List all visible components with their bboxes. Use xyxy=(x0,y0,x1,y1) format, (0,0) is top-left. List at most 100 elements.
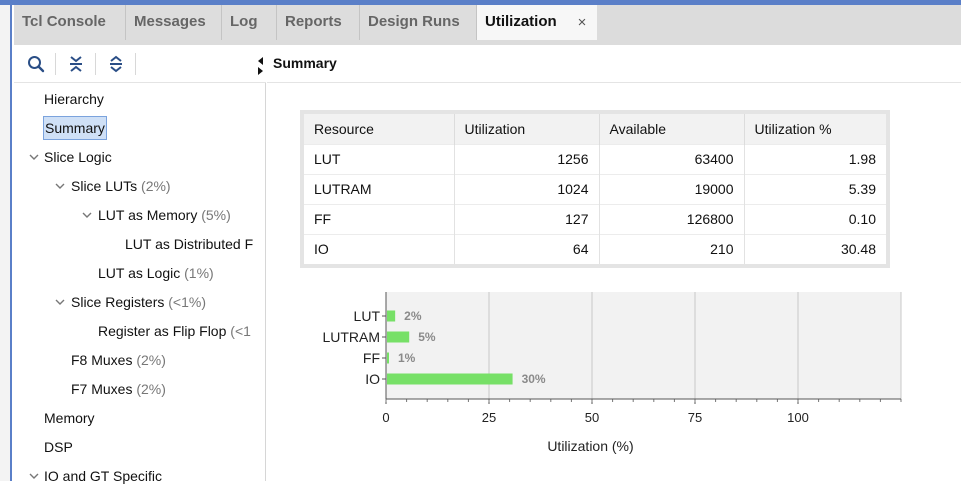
chart-data-label: 5% xyxy=(418,330,436,344)
table-cell: 19000 xyxy=(599,173,745,204)
tree-item-slice-registers[interactable]: Slice Registers (<1%) xyxy=(54,289,206,315)
table-cell: 63400 xyxy=(599,143,745,174)
chart-data-label: 1% xyxy=(398,351,416,365)
table-row[interactable]: LUTRAM 1024 19000 5.39 xyxy=(304,173,886,204)
tree-item-label: Register as Flip Flop xyxy=(98,323,227,339)
tree-item-percent: (<1%) xyxy=(168,294,206,310)
summary-header: Summary xyxy=(267,45,961,83)
collapse-all-button[interactable] xyxy=(65,53,87,75)
table-cell: 127 xyxy=(454,203,600,234)
search-icon xyxy=(28,56,45,73)
page-title: Summary xyxy=(273,55,337,71)
tree-item-label: DSP xyxy=(44,439,73,455)
tree-item-lut-as-distributed-ram[interactable]: LUT as Distributed F xyxy=(125,231,255,257)
toolbar-separator xyxy=(135,53,136,75)
tree-item-lut-as-logic[interactable]: LUT as Logic (1%) xyxy=(98,260,214,286)
chevron-down-icon[interactable] xyxy=(28,151,40,163)
tree-item-summary[interactable]: Summary xyxy=(43,115,107,141)
tab-log[interactable]: Log xyxy=(222,5,277,40)
splitter-handle[interactable] xyxy=(256,55,264,77)
toolbar-separator xyxy=(95,53,96,75)
tree-item-label: F8 Muxes xyxy=(71,352,133,368)
chevron-down-icon[interactable] xyxy=(81,209,93,221)
tree-item-memory[interactable]: Memory xyxy=(44,405,95,431)
table-cell: FF xyxy=(304,203,455,234)
tree-item-label: Slice Registers xyxy=(71,294,165,310)
tree-item-label: LUT as Logic xyxy=(98,265,181,281)
tree-item-percent: (<1 xyxy=(230,323,251,339)
tree-item-hierarchy[interactable]: Hierarchy xyxy=(44,86,104,112)
tree-item-dsp[interactable]: DSP xyxy=(44,434,73,460)
tree-item-slice-logic[interactable]: Slice Logic xyxy=(28,144,112,170)
tree-item-label: Slice Logic xyxy=(44,149,112,165)
close-tab-button[interactable]: × xyxy=(567,5,597,40)
chart-bar xyxy=(387,331,410,343)
tree-item-slice-luts[interactable]: Slice LUTs (2%) xyxy=(54,173,171,199)
collapse-all-icon xyxy=(70,56,82,72)
tab-bar-filler xyxy=(597,5,961,40)
tree-item-percent: (5%) xyxy=(201,207,231,223)
tree-item-lut-as-memory[interactable]: LUT as Memory (5%) xyxy=(81,202,231,228)
table-header-row: Resource Utilization Available Utilizati… xyxy=(304,114,886,144)
left-accent-border xyxy=(0,5,12,481)
utilization-table-frame: Resource Utilization Available Utilizati… xyxy=(300,110,890,268)
chevron-down-icon[interactable] xyxy=(54,180,66,192)
tree-item-label: LUT as Distributed F xyxy=(125,236,254,252)
table-cell: 126800 xyxy=(599,203,745,234)
tab-design-runs[interactable]: Design Runs xyxy=(360,5,477,40)
table-cell: 1256 xyxy=(454,143,600,174)
tab-reports[interactable]: Reports xyxy=(277,5,360,40)
chart-x-tick-label: 50 xyxy=(585,410,599,425)
tree-toolbar xyxy=(14,45,266,83)
tree-item-percent: (2%) xyxy=(136,381,166,397)
tree-item-label: Slice LUTs xyxy=(71,178,138,194)
utilization-bar-chart: 0 25 50 75 100 LUT 2% LUTRAM 5% FF 1% IO 30% Utilizat… xyxy=(322,292,902,454)
column-header[interactable]: Utilization xyxy=(454,114,600,144)
close-icon: × xyxy=(577,14,587,31)
chart-x-tick-label: 0 xyxy=(382,410,389,425)
chart-category-label: LUTRAM xyxy=(322,329,380,345)
chart-x-axis-label: Utilization (%) xyxy=(547,438,633,454)
chart-x-tick-label: 75 xyxy=(688,410,702,425)
expand-all-button[interactable] xyxy=(105,53,127,75)
splitter-arrows-icon xyxy=(258,57,263,75)
toolbar-separator xyxy=(55,53,56,75)
column-header[interactable]: Utilization % xyxy=(744,114,886,144)
tree-item-label: IO and GT Specific xyxy=(44,468,163,484)
chart-data-label: 30% xyxy=(522,372,546,386)
table-cell: IO xyxy=(304,233,455,264)
tab-utilization[interactable]: Utilization xyxy=(477,5,567,40)
tab-tcl-console[interactable]: Tcl Console xyxy=(14,5,126,40)
chart-category-label: IO xyxy=(365,371,380,387)
tree-item-f8-muxes[interactable]: F8 Muxes (2%) xyxy=(71,347,166,373)
column-header[interactable]: Resource xyxy=(304,114,455,144)
tree-item-f7-muxes[interactable]: F7 Muxes (2%) xyxy=(71,376,166,402)
chevron-down-icon[interactable] xyxy=(28,470,40,482)
tree-item-io-and-gt-specific[interactable]: IO and GT Specific xyxy=(28,463,162,489)
tree-item-label: Memory xyxy=(44,410,95,426)
utilization-chart: 0 25 50 75 100 LUT 2% LUTRAM 5% FF 1% IO 30% Utilizat… xyxy=(267,280,961,481)
tree-item-percent: (2%) xyxy=(141,178,171,194)
chart-x-tick-label: 100 xyxy=(787,410,809,425)
tree-item-percent: (2%) xyxy=(136,352,166,368)
table-row[interactable]: LUT 1256 63400 1.98 xyxy=(304,143,886,174)
table-row[interactable]: FF 127 126800 0.10 xyxy=(304,203,886,234)
tree-item-register-as-flip-flop[interactable]: Register as Flip Flop (<1 xyxy=(98,318,258,344)
column-header[interactable]: Available xyxy=(599,114,745,144)
search-button[interactable] xyxy=(25,53,47,75)
chevron-down-icon[interactable] xyxy=(54,296,66,308)
chart-bar xyxy=(387,310,396,322)
table-cell: 5.39 xyxy=(744,173,886,204)
tree-item-label: LUT as Memory xyxy=(98,207,198,223)
table-cell: 64 xyxy=(454,233,600,264)
summary-panel: Summary Resource Utilization Available U… xyxy=(267,45,961,481)
chart-bar xyxy=(387,352,389,364)
table-cell: LUTRAM xyxy=(304,173,455,204)
table-cell: 1024 xyxy=(454,173,600,204)
tree-item-label: F7 Muxes xyxy=(71,381,133,397)
table-cell: 1.98 xyxy=(744,143,886,174)
expand-all-icon xyxy=(110,55,122,73)
table-row[interactable]: IO 64 210 30.48 xyxy=(304,233,886,264)
tree-item-percent: (1%) xyxy=(184,265,214,281)
tab-messages[interactable]: Messages xyxy=(126,5,222,40)
